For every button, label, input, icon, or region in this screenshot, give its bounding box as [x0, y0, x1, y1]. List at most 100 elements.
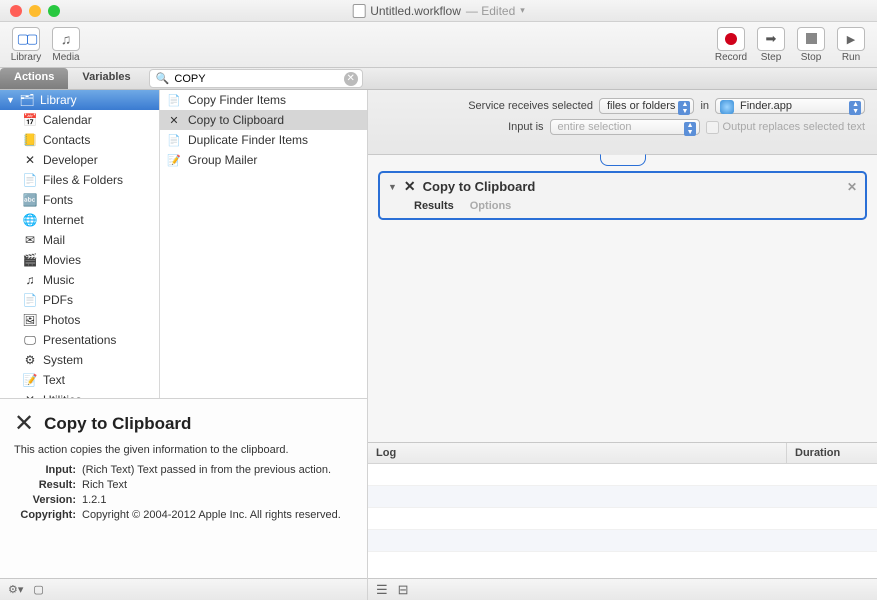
action-icon: 📄: [166, 92, 182, 108]
category-icon: 🎬: [22, 252, 38, 268]
output-replaces-checkbox[interactable]: Output replaces selected text: [706, 121, 865, 134]
input-is-popup[interactable]: entire selection ▲▼: [550, 119, 700, 135]
library-category[interactable]: ✉Mail: [0, 230, 159, 250]
title-chevron-icon[interactable]: ▾: [520, 5, 525, 16]
library-button[interactable]: Library: [8, 24, 44, 66]
window-title: Untitled.workflow — Edited ▾: [352, 4, 525, 18]
action-icon: ✕: [166, 112, 182, 128]
receives-popup[interactable]: files or folders ▲▼: [599, 98, 694, 114]
library-category[interactable]: 📝Text: [0, 370, 159, 390]
finder-icon: [720, 100, 734, 114]
tab-variables[interactable]: Variables: [68, 68, 144, 89]
grid-view-button[interactable]: ⊟: [398, 582, 409, 598]
close-window-button[interactable]: [10, 5, 22, 17]
tab-actions[interactable]: Actions: [0, 68, 68, 89]
category-icon: 🖵: [22, 332, 38, 348]
workflow-area[interactable]: ▼ ✕ Copy to Clipboard ✕ Results Options: [368, 171, 877, 442]
log-row: [368, 464, 877, 486]
app-popup[interactable]: Finder.app ▲▼: [715, 98, 865, 114]
minimize-window-button[interactable]: [29, 5, 41, 17]
library-category[interactable]: 📄Files & Folders: [0, 170, 159, 190]
input-is-label: Input is: [508, 121, 543, 133]
category-label: Presentations: [43, 333, 116, 347]
tab-results[interactable]: Results: [414, 200, 454, 212]
log-body: [368, 464, 877, 578]
category-label: Fonts: [43, 193, 73, 207]
right-footer: ☰ ⊟: [368, 578, 877, 600]
library-category[interactable]: 🖼Photos: [0, 310, 159, 330]
receives-label: Service receives selected: [468, 100, 593, 112]
library-root[interactable]: ▼ 🗂 Library: [0, 90, 159, 110]
run-icon: [847, 31, 855, 46]
clear-search-button[interactable]: ✕: [344, 72, 358, 86]
category-label: Text: [43, 373, 65, 387]
library-category[interactable]: 📒Contacts: [0, 130, 159, 150]
action-label: Copy to Clipboard: [188, 113, 284, 127]
step-button[interactable]: Step: [753, 24, 789, 66]
remove-action-button[interactable]: ✕: [847, 180, 857, 194]
action-item[interactable]: 📝 Group Mailer: [160, 150, 367, 170]
category-icon: ⚙: [22, 352, 38, 368]
category-label: Internet: [43, 213, 84, 227]
action-item[interactable]: ✕ Copy to Clipboard: [160, 110, 367, 130]
category-label: Contacts: [43, 133, 90, 147]
category-icon: 📄: [22, 172, 38, 188]
library-category[interactable]: ♫Music: [0, 270, 159, 290]
library-category[interactable]: 📄PDFs: [0, 290, 159, 310]
action-description: ✕ Copy to Clipboard This action copies t…: [0, 398, 367, 578]
category-label: System: [43, 353, 83, 367]
library-icon: [17, 31, 36, 47]
utilities-icon: ✕: [14, 409, 34, 438]
stop-button[interactable]: Stop: [793, 24, 829, 66]
library-category[interactable]: 🔤 Fonts: [0, 190, 159, 210]
media-button[interactable]: Media: [48, 24, 84, 66]
utilities-icon: ✕: [404, 178, 416, 195]
document-icon: [352, 4, 365, 18]
category-icon: ✕: [22, 152, 38, 168]
description-summary: This action copies the given information…: [14, 444, 353, 456]
tab-options[interactable]: Options: [470, 200, 512, 212]
library-tabbar: Actions Variables 🔍 ✕: [0, 68, 877, 90]
library-category[interactable]: 🖵 Presentations: [0, 330, 159, 350]
library-category[interactable]: 📅Calendar: [0, 110, 159, 130]
step-icon: [766, 31, 777, 47]
action-icon: 📝: [166, 152, 182, 168]
log-column-header[interactable]: Log: [368, 443, 787, 463]
disclosure-triangle-icon[interactable]: ▼: [388, 182, 397, 192]
log-row: [368, 486, 877, 508]
search-input[interactable]: [174, 73, 338, 85]
action-list[interactable]: 📄 Copy Finder Items ✕ Copy to Clipboard 📄Dup…: [160, 90, 367, 398]
category-icon: ✉: [22, 232, 38, 248]
action-item[interactable]: 📄 Copy Finder Items: [160, 90, 367, 110]
library-category[interactable]: ⚙ System: [0, 350, 159, 370]
action-label: Copy Finder Items: [188, 93, 286, 107]
category-label: PDFs: [43, 293, 73, 307]
gear-menu-button[interactable]: ⚙▾: [8, 583, 23, 596]
list-view-button[interactable]: ☰: [376, 582, 388, 598]
left-footer: ⚙▾ ▢: [0, 578, 367, 600]
disclosure-triangle-icon[interactable]: ▼: [6, 95, 14, 105]
record-button[interactable]: Record: [713, 24, 749, 66]
log-row: [368, 530, 877, 552]
action-item[interactable]: 📄Duplicate Finder Items: [160, 130, 367, 150]
search-field[interactable]: 🔍 ✕: [149, 69, 363, 88]
library-tree[interactable]: ▼ 🗂 Library 📅Calendar📒Contacts✕Developer…: [0, 90, 160, 398]
workflow-action-card[interactable]: ▼ ✕ Copy to Clipboard ✕ Results Options: [378, 171, 867, 220]
connector-notch: [600, 154, 646, 166]
category-icon: 🔤: [22, 192, 38, 208]
search-icon: 🔍: [156, 72, 170, 85]
action-label: Group Mailer: [188, 153, 257, 167]
in-label: in: [700, 100, 709, 112]
library-category[interactable]: 🎬 Movies: [0, 250, 159, 270]
category-label: Movies: [43, 253, 81, 267]
category-icon: 🌐: [22, 212, 38, 228]
category-icon: 🖼: [22, 312, 38, 328]
zoom-window-button[interactable]: [48, 5, 60, 17]
duration-column-header[interactable]: Duration: [787, 443, 877, 463]
library-category[interactable]: ✕Developer: [0, 150, 159, 170]
run-button[interactable]: Run: [833, 24, 869, 66]
edited-label: — Edited: [466, 4, 515, 18]
library-category[interactable]: ✕Utilities: [0, 390, 159, 398]
toggle-description-button[interactable]: ▢: [33, 583, 43, 596]
library-category[interactable]: 🌐 Internet: [0, 210, 159, 230]
